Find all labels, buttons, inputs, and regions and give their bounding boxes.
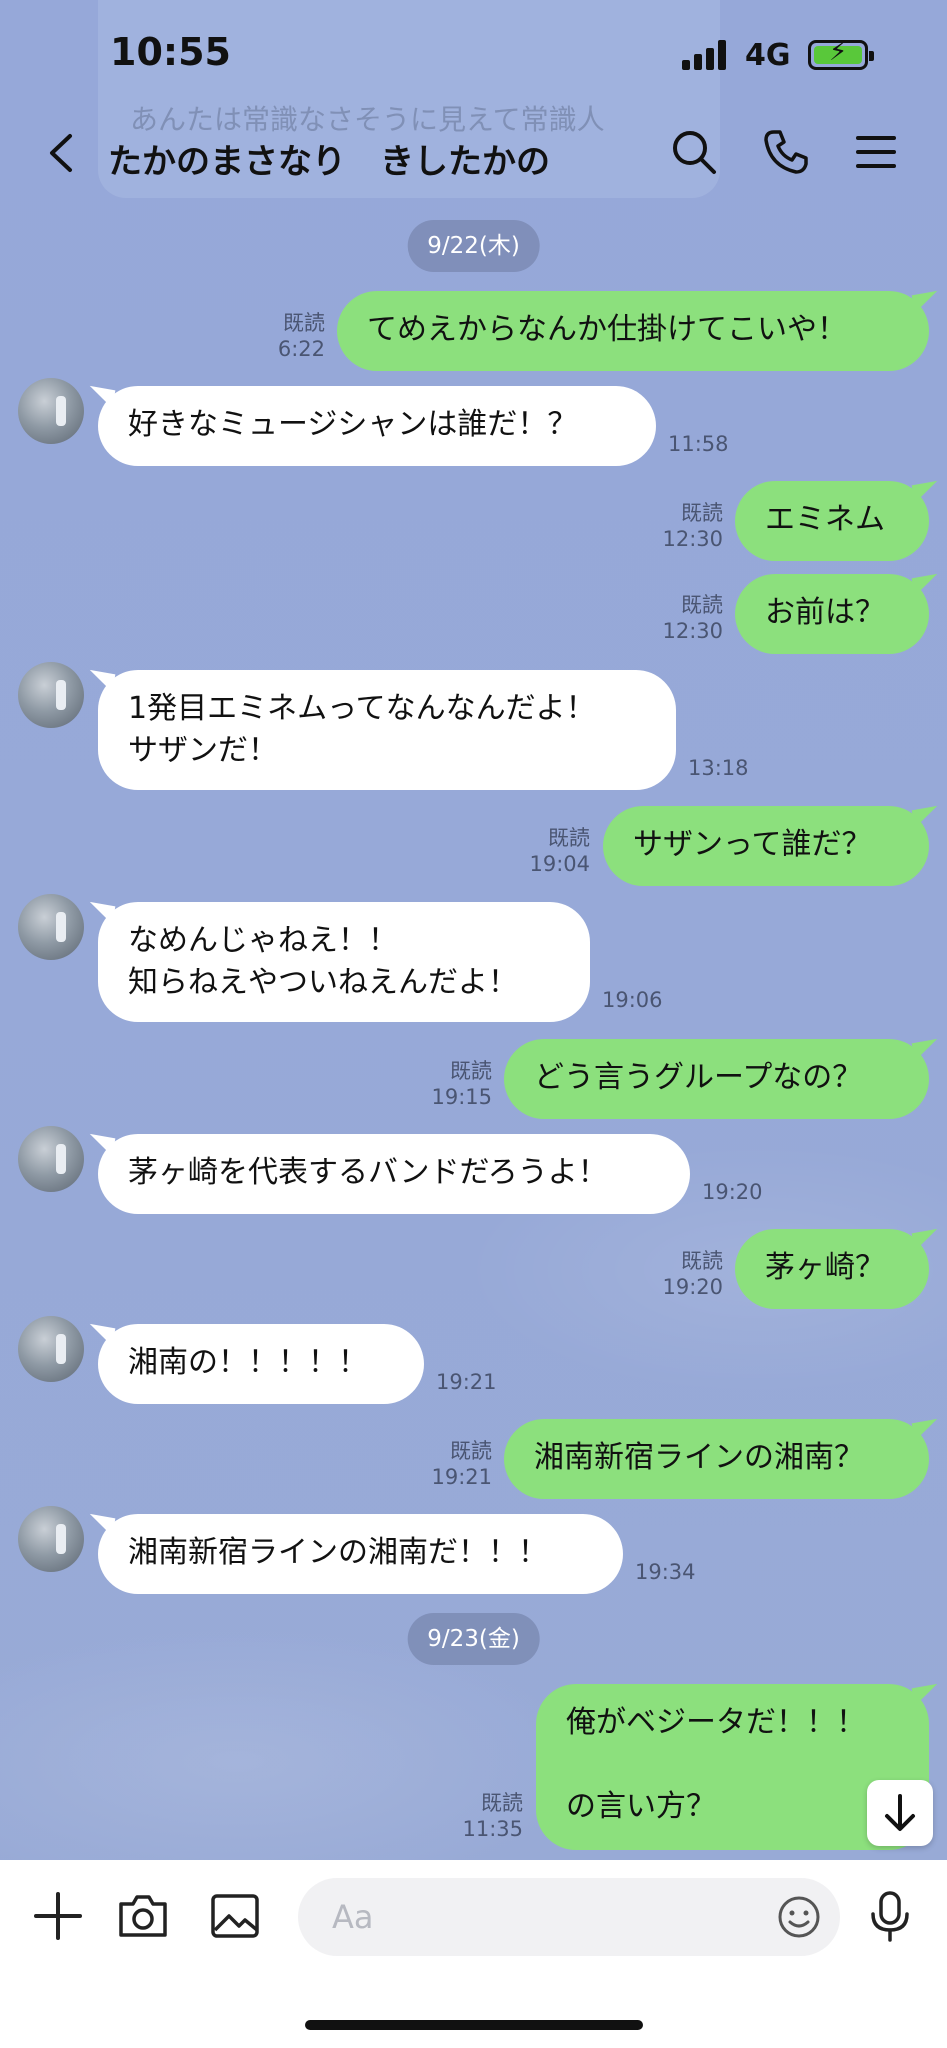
incoming-bubble[interactable]: 湘南新宿ラインの湘南だ！！！ [98, 1514, 623, 1594]
message-time: 11:35 [462, 1817, 523, 1841]
incoming-bubble[interactable]: 1発目エミネムってなんなんだよ！ サザンだ！ [98, 670, 676, 790]
chevron-left-icon[interactable] [38, 128, 88, 178]
outgoing-bubble[interactable]: 湘南新宿ラインの湘南？ [504, 1419, 929, 1499]
outgoing-bubble[interactable]: てめえからなんか仕掛けてこいや！ [337, 291, 929, 371]
network-label: 4G [745, 38, 791, 73]
message-time: 6:22 [277, 337, 325, 361]
composer-bar: Aa [0, 1860, 947, 2048]
read-receipt: 既読 [681, 501, 723, 525]
outgoing-bubble[interactable]: エミネム [735, 481, 929, 561]
avatar[interactable] [18, 378, 84, 444]
message-meta: 既読 12:30 [648, 500, 723, 552]
status-time: 10:55 [110, 30, 231, 74]
outgoing-bubble[interactable]: どう言うグループなの？ [504, 1039, 929, 1119]
outgoing-bubble[interactable]: お前は？ [735, 574, 929, 654]
message-time: 13:18 [688, 756, 749, 780]
image-icon[interactable] [207, 1888, 263, 1944]
mic-icon[interactable] [862, 1888, 918, 1944]
avatar[interactable] [18, 1506, 84, 1572]
message-meta: 既読 19:04 [515, 825, 590, 877]
message-time: 19:21 [436, 1370, 497, 1394]
scroll-to-bottom-button[interactable] [867, 1780, 933, 1846]
read-receipt: 既読 [450, 1059, 492, 1083]
arrow-down-icon [885, 1794, 915, 1831]
read-receipt: 既読 [681, 1249, 723, 1273]
avatar[interactable] [18, 894, 84, 960]
incoming-bubble[interactable]: なめんじゃねえ！！ 知らねえやついねえんだよ！ [98, 902, 590, 1022]
outgoing-bubble[interactable]: 茅ヶ崎？ [735, 1229, 929, 1309]
message-time: 12:30 [662, 619, 723, 643]
incoming-bubble[interactable]: 湘南の！！！！！ [98, 1324, 424, 1404]
battery-icon: ⚡ [808, 37, 874, 70]
message-time: 19:20 [702, 1180, 763, 1204]
plus-icon[interactable] [30, 1888, 86, 1944]
message-time: 11:58 [668, 432, 729, 456]
date-separator: 9/23(金) [407, 1613, 540, 1665]
chat-title[interactable]: たかのまさなり きしたかの [108, 134, 550, 183]
read-receipt: 既読 [681, 593, 723, 617]
status-bar: 10:55 4G ⚡ [0, 0, 947, 110]
message-input[interactable]: Aa [298, 1878, 840, 1956]
input-placeholder: Aa [332, 1898, 374, 1936]
message-time: 19:15 [431, 1085, 492, 1109]
message-time: 12:30 [662, 527, 723, 551]
phone-icon[interactable] [760, 126, 812, 178]
message-time: 19:06 [602, 988, 663, 1012]
message-meta: 既読 19:21 [417, 1438, 492, 1490]
avatar[interactable] [18, 662, 84, 728]
message-meta: 既読 12:30 [648, 592, 723, 644]
read-receipt: 既読 [548, 826, 590, 850]
message-meta: 既読 19:15 [417, 1058, 492, 1110]
avatar[interactable] [18, 1316, 84, 1382]
message-time: 19:21 [431, 1465, 492, 1489]
message-time: 19:04 [529, 852, 590, 876]
outgoing-bubble[interactable]: サザンって誰だ？ [603, 806, 929, 886]
read-receipt: 既読 [283, 311, 325, 335]
incoming-bubble[interactable]: 茅ヶ崎を代表するバンドだろうよ！ [98, 1134, 690, 1214]
emoji-icon[interactable] [776, 1894, 822, 1940]
read-receipt: 既読 [481, 1791, 523, 1815]
message-meta: 既読 11:35 [448, 1790, 523, 1842]
home-indicator[interactable] [305, 2020, 643, 2030]
message-meta: 既読 19:20 [648, 1248, 723, 1300]
message-time: 19:20 [662, 1275, 723, 1299]
incoming-bubble[interactable]: 好きなミュージシャンは誰だ！？ [98, 386, 656, 466]
message-meta: 既読 6:22 [250, 310, 325, 362]
avatar[interactable] [18, 1126, 84, 1192]
signal-icon [682, 40, 732, 70]
chat-header: たかのまさなり きしたかの [0, 110, 947, 200]
date-separator: 9/22(木) [407, 220, 540, 272]
camera-icon[interactable] [115, 1888, 171, 1944]
search-icon[interactable] [668, 126, 720, 178]
message-time: 19:34 [635, 1560, 696, 1584]
menu-icon[interactable] [850, 126, 902, 178]
read-receipt: 既読 [450, 1439, 492, 1463]
